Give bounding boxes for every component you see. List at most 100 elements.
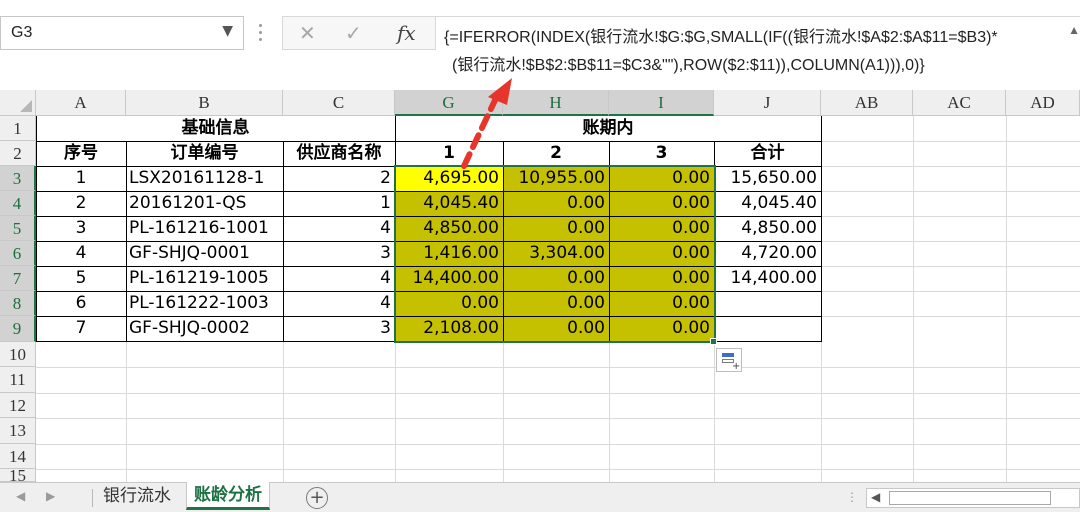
row-header-12[interactable]: 12 [0,393,36,418]
cell-period-1[interactable]: 4,045.40 [395,191,503,216]
column-header-g[interactable]: G [395,90,503,116]
cell-seq[interactable]: 4 [36,241,126,266]
splitter-handle-icon[interactable]: ⋮ [846,490,859,504]
cell-order-no[interactable]: GF-SHJQ-0001 [126,241,283,266]
header-period-1[interactable]: 1 [395,141,503,166]
row-header-15[interactable]: 15 [0,469,36,482]
cell-total[interactable] [714,316,821,341]
scroll-left-icon[interactable]: ◀ [871,490,880,504]
row-header-8[interactable]: 8 [0,291,36,316]
header-seq[interactable]: 序号 [36,141,126,166]
header-order-no[interactable]: 订单编号 [126,141,283,166]
cell-supplier[interactable]: 1 [283,191,395,216]
cell-supplier[interactable]: 2 [283,166,395,191]
fill-handle[interactable] [710,338,717,345]
cell-period-2[interactable]: 0.00 [503,216,609,241]
name-box[interactable]: G3 ▼ [0,16,244,50]
cell-supplier[interactable]: 4 [283,291,395,316]
next-sheet-icon[interactable]: ▶ [46,489,55,503]
row-header-14[interactable]: 14 [0,444,36,469]
cell-period-3[interactable]: 0.00 [609,241,714,266]
row-header-5[interactable]: 5 [0,216,36,241]
cell-period-1[interactable]: 1,416.00 [395,241,503,266]
column-header-b[interactable]: B [126,90,283,116]
row-header-9[interactable]: 9 [0,316,36,342]
cell-seq[interactable]: 6 [36,291,126,316]
column-header-ab[interactable]: AB [821,90,913,116]
cell-period-1[interactable]: 0.00 [395,291,503,316]
cell-total[interactable]: 15,650.00 [714,166,821,191]
cell-order-no[interactable]: GF-SHJQ-0002 [126,316,283,341]
cell-period-3[interactable]: 0.00 [609,266,714,291]
column-header-i[interactable]: I [609,90,714,116]
formula-input[interactable]: {=IFERROR(INDEX(银行流水!$G:$G,SMALL(IF((银行流… [436,16,1080,82]
header-period-2[interactable]: 2 [503,141,609,166]
drag-handle-icon[interactable] [256,20,266,48]
row-header-4[interactable]: 4 [0,191,36,216]
cell-supplier[interactable]: 4 [283,266,395,291]
row-header-1[interactable]: 1 [0,116,36,141]
column-header-ac[interactable]: AC [913,90,1006,116]
row-header-11[interactable]: 11 [0,367,36,393]
cell-period-2[interactable]: 0.00 [503,291,609,316]
chevron-down-icon[interactable]: ▼ [222,23,233,39]
row-header-2[interactable]: 2 [0,141,36,166]
header-basic-info[interactable]: 基础信息 [36,116,395,141]
horizontal-scrollbar[interactable]: ◀ [866,488,1080,508]
quick-analysis-icon[interactable]: + [716,348,742,372]
column-header-h[interactable]: H [503,90,609,116]
cell-period-3[interactable]: 0.00 [609,316,714,341]
cell-seq[interactable]: 5 [36,266,126,291]
cell-period-1[interactable]: 2,108.00 [395,316,503,341]
cell-order-no[interactable]: PL-161219-1005 [126,266,283,291]
cell-period-2[interactable]: 10,955.00 [503,166,609,191]
header-total[interactable]: 合计 [714,141,821,166]
cell-supplier[interactable]: 3 [283,241,395,266]
cell-period-3[interactable]: 0.00 [609,191,714,216]
cell-period-3[interactable]: 0.00 [609,216,714,241]
cell-order-no[interactable]: PL-161222-1003 [126,291,283,316]
insert-function-icon[interactable]: fx [397,21,416,45]
cell-order-no[interactable]: PL-161216-1001 [126,216,283,241]
add-sheet-icon[interactable]: + [306,487,328,509]
cell-total[interactable]: 4,850.00 [714,216,821,241]
cell-total[interactable] [714,291,821,316]
cell-order-no[interactable]: 20161201-QS [126,191,283,216]
cell-period-2[interactable]: 0.00 [503,266,609,291]
row-header-6[interactable]: 6 [0,241,36,266]
row-header-10[interactable]: 10 [0,342,36,367]
row-header-3[interactable]: 3 [0,166,36,191]
scrollbar-thumb[interactable] [889,491,1051,505]
column-header-j[interactable]: J [714,90,821,116]
cell-supplier[interactable]: 3 [283,316,395,341]
cell-seq[interactable]: 1 [36,166,126,191]
enter-icon[interactable]: ✓ [345,21,362,45]
cell-supplier[interactable]: 4 [283,216,395,241]
row-header-7[interactable]: 7 [0,266,36,291]
header-period-3[interactable]: 3 [609,141,714,166]
cell-period-3[interactable]: 0.00 [609,291,714,316]
cell-period-2[interactable]: 3,304.00 [503,241,609,266]
cell-period-1[interactable]: 4,695.00 [395,166,503,191]
cell-period-1[interactable]: 4,850.00 [395,216,503,241]
cell-seq[interactable]: 7 [36,316,126,341]
cell-seq[interactable]: 2 [36,191,126,216]
cell-total[interactable]: 14,400.00 [714,266,821,291]
header-supplier[interactable]: 供应商名称 [283,141,395,166]
cell-period-1[interactable]: 14,400.00 [395,266,503,291]
cancel-icon[interactable]: ✕ [299,21,316,45]
header-in-period[interactable]: 账期内 [395,116,821,141]
select-all-button[interactable] [0,90,36,116]
cell-total[interactable]: 4,720.00 [714,241,821,266]
spreadsheet-grid[interactable]: A B C G H I J AB AC AD 1 2 3 4 5 6 7 8 9… [0,90,1080,482]
cell-period-2[interactable]: 0.00 [503,316,609,341]
row-header-13[interactable]: 13 [0,418,36,444]
cell-period-3[interactable]: 0.00 [609,166,714,191]
scroll-up-icon[interactable]: ▲ [1068,23,1080,37]
previous-sheet-icon[interactable]: ◀ [16,489,25,503]
column-header-c[interactable]: C [283,90,395,116]
cell-order-no[interactable]: LSX20161128-1 [126,166,283,191]
sheet-tab-aging-analysis[interactable]: 账龄分析 [186,482,270,510]
column-header-ad[interactable]: AD [1006,90,1080,116]
cell-seq[interactable]: 3 [36,216,126,241]
